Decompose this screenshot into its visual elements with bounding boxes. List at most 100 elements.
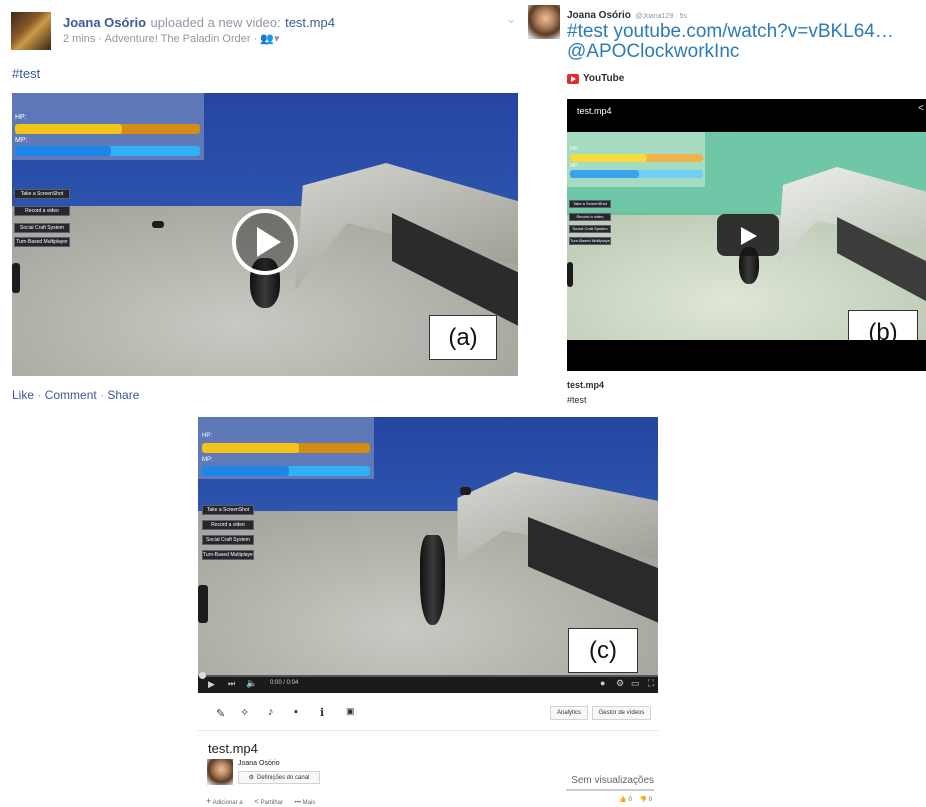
rock <box>460 487 471 495</box>
music-note-icon[interactable]: ♪ <box>268 706 274 718</box>
rock <box>567 262 573 287</box>
menu-screenshot-button[interactable]: Take a ScreenShot <box>202 505 254 515</box>
more-label: Mais <box>302 800 316 806</box>
action-text: uploaded a new video: <box>150 15 281 30</box>
post-time[interactable]: 2 mins <box>63 33 95 45</box>
channel-settings-button[interactable]: ⚙ Definições do canal <box>238 771 320 784</box>
facebook-post: Joana Osório uploaded a new video: test.… <box>0 0 520 405</box>
share-icon: < <box>254 797 259 806</box>
rock <box>12 263 20 293</box>
menu-screenshot-button[interactable]: Take a ScreenShot <box>569 200 611 208</box>
avatar[interactable] <box>11 12 51 50</box>
next-icon[interactable]: ⏭ <box>228 679 235 689</box>
info-icon[interactable]: ℹ <box>320 706 324 719</box>
menu-record-button[interactable]: Record a video <box>14 206 70 216</box>
theater-icon[interactable]: ▭ <box>631 678 640 689</box>
hp-fill <box>15 124 123 134</box>
author-name[interactable]: Joana Osório <box>567 10 631 21</box>
more-button[interactable]: ••• Mais <box>295 800 316 806</box>
time-display: 0:00 / 0:04 <box>270 680 299 686</box>
share-button[interactable]: < Partilhar <box>254 797 283 806</box>
progress-bar[interactable] <box>198 675 658 677</box>
pencil-icon[interactable]: ✎ <box>216 707 225 720</box>
play-icon[interactable] <box>231 208 299 276</box>
pawn <box>420 535 445 625</box>
player-controls: ▶ ⏭ 🔈 0:00 / 0:04 ● ⚙ ▭ ⛶ <box>198 672 658 693</box>
hp-bar <box>202 443 370 453</box>
menu-record-button[interactable]: Record a video <box>202 520 254 530</box>
menu-multiplayer-button[interactable]: Turn-Based Multiplayer <box>14 237 70 247</box>
menu-social-button[interactable]: Social Craft System <box>202 535 254 545</box>
comment-icon[interactable]: ▪ <box>294 706 298 718</box>
menu-record-button[interactable]: Record a video <box>569 213 611 221</box>
audience-icon[interactable]: 👥▾ <box>260 33 279 45</box>
mp-bar <box>570 170 703 178</box>
hp-bar <box>570 154 703 162</box>
twitter-video[interactable]: test.mp4 < HP: MP: Take a ScreenShot Rec… <box>567 99 926 371</box>
share-link[interactable]: Share <box>107 388 139 402</box>
menu-social-button[interactable]: Social Craft System <box>14 223 70 233</box>
mp-fill <box>570 170 640 178</box>
share-icon[interactable]: < <box>918 103 924 114</box>
gear-icon[interactable]: ⚙ <box>616 678 624 689</box>
progress-handle[interactable] <box>199 672 206 679</box>
action-row: + Adicionar a < Partilhar ••• Mais <box>206 796 315 806</box>
like-button[interactable]: 👍 0 <box>619 797 632 803</box>
thumbs-down-icon: 👎 <box>639 797 647 803</box>
like-link[interactable]: Like <box>12 388 34 402</box>
magic-wand-icon[interactable]: ✧ <box>240 706 249 719</box>
author-name[interactable]: Joana Osório <box>63 15 146 30</box>
annotations-icon[interactable]: ● <box>600 678 605 688</box>
twitter-tweet: Joana Osório @Joana129 · 5s #test youtub… <box>525 0 926 412</box>
menu-multiplayer-button[interactable]: Turn-Based Multiplayer <box>569 237 611 245</box>
dislike-count: 0 <box>648 797 652 803</box>
source-name: YouTube <box>583 73 625 84</box>
analytics-button[interactable]: Analytics <box>550 706 588 720</box>
menu-screenshot-button[interactable]: Take a ScreenShot <box>14 189 70 199</box>
menu-social-button[interactable]: Social Craft System <box>569 225 611 233</box>
card-desc: #test <box>567 395 587 405</box>
thumbs-up-icon: 👍 <box>619 797 627 803</box>
menu-multiplayer-button[interactable]: Turn-Based Multiplayer <box>202 550 254 560</box>
hp-label: HP: <box>15 114 27 121</box>
post-meta: 2 mins · Adventure! The Paladin Order · … <box>63 33 280 45</box>
views-divider <box>566 789 654 791</box>
volume-icon[interactable]: 🔈 <box>246 678 257 689</box>
panel-label-c: (c) <box>568 628 638 673</box>
avatar[interactable] <box>528 5 560 39</box>
mp-label: MP: <box>15 137 28 144</box>
post-text[interactable]: #test <box>12 66 40 81</box>
video-link[interactable]: test.mp4 <box>285 15 335 30</box>
chevron-down-icon[interactable]: ⌄ <box>506 12 516 26</box>
hp-label: HP: <box>202 433 213 439</box>
channel-name[interactable]: Joana Osório <box>238 760 280 767</box>
add-to-button[interactable]: + Adicionar a <box>206 796 243 806</box>
tweet-line-2[interactable]: @APOClockworkInc <box>567 42 739 62</box>
tweet-line-1[interactable]: #test youtube.com/watch?v=vBKL64… <box>567 22 894 42</box>
play-icon[interactable]: ▶ <box>208 679 215 690</box>
dislike-button[interactable]: 👎 0 <box>640 797 653 803</box>
play-icon[interactable] <box>717 214 779 256</box>
card-title[interactable]: test.mp4 <box>567 380 604 390</box>
rock <box>152 221 164 228</box>
avatar[interactable] <box>207 759 233 785</box>
mp-label: MP: <box>570 163 579 169</box>
video-title[interactable]: test.mp4 <box>577 106 612 116</box>
mp-bar <box>202 466 370 476</box>
comment-link[interactable]: Comment <box>45 388 97 402</box>
youtube-video[interactable]: HP: MP: Take a ScreenShot Record a video… <box>198 417 658 679</box>
hud-panel: HP: MP: <box>198 417 374 479</box>
panel-label-a: (a) <box>429 315 497 360</box>
handle-time[interactable]: @Joana129 · 5s <box>635 13 686 20</box>
like-count: 0 <box>628 797 632 803</box>
app-name[interactable]: Adventure! The Paladin Order <box>105 33 251 45</box>
hud-panel: HP: MP: <box>12 93 204 160</box>
plus-icon: + <box>206 796 212 806</box>
fullscreen-icon[interactable]: ⛶ <box>648 678 654 689</box>
subtitles-icon[interactable]: ▣ <box>346 706 355 717</box>
facebook-video[interactable]: HP: MP: Take a ScreenShot Record a video… <box>12 93 518 376</box>
video-manager-button[interactable]: Gestor de vídeos <box>592 706 651 720</box>
hp-bar <box>15 124 200 134</box>
youtube-source[interactable]: YouTube <box>567 73 624 84</box>
youtube-logo-icon <box>567 73 579 84</box>
